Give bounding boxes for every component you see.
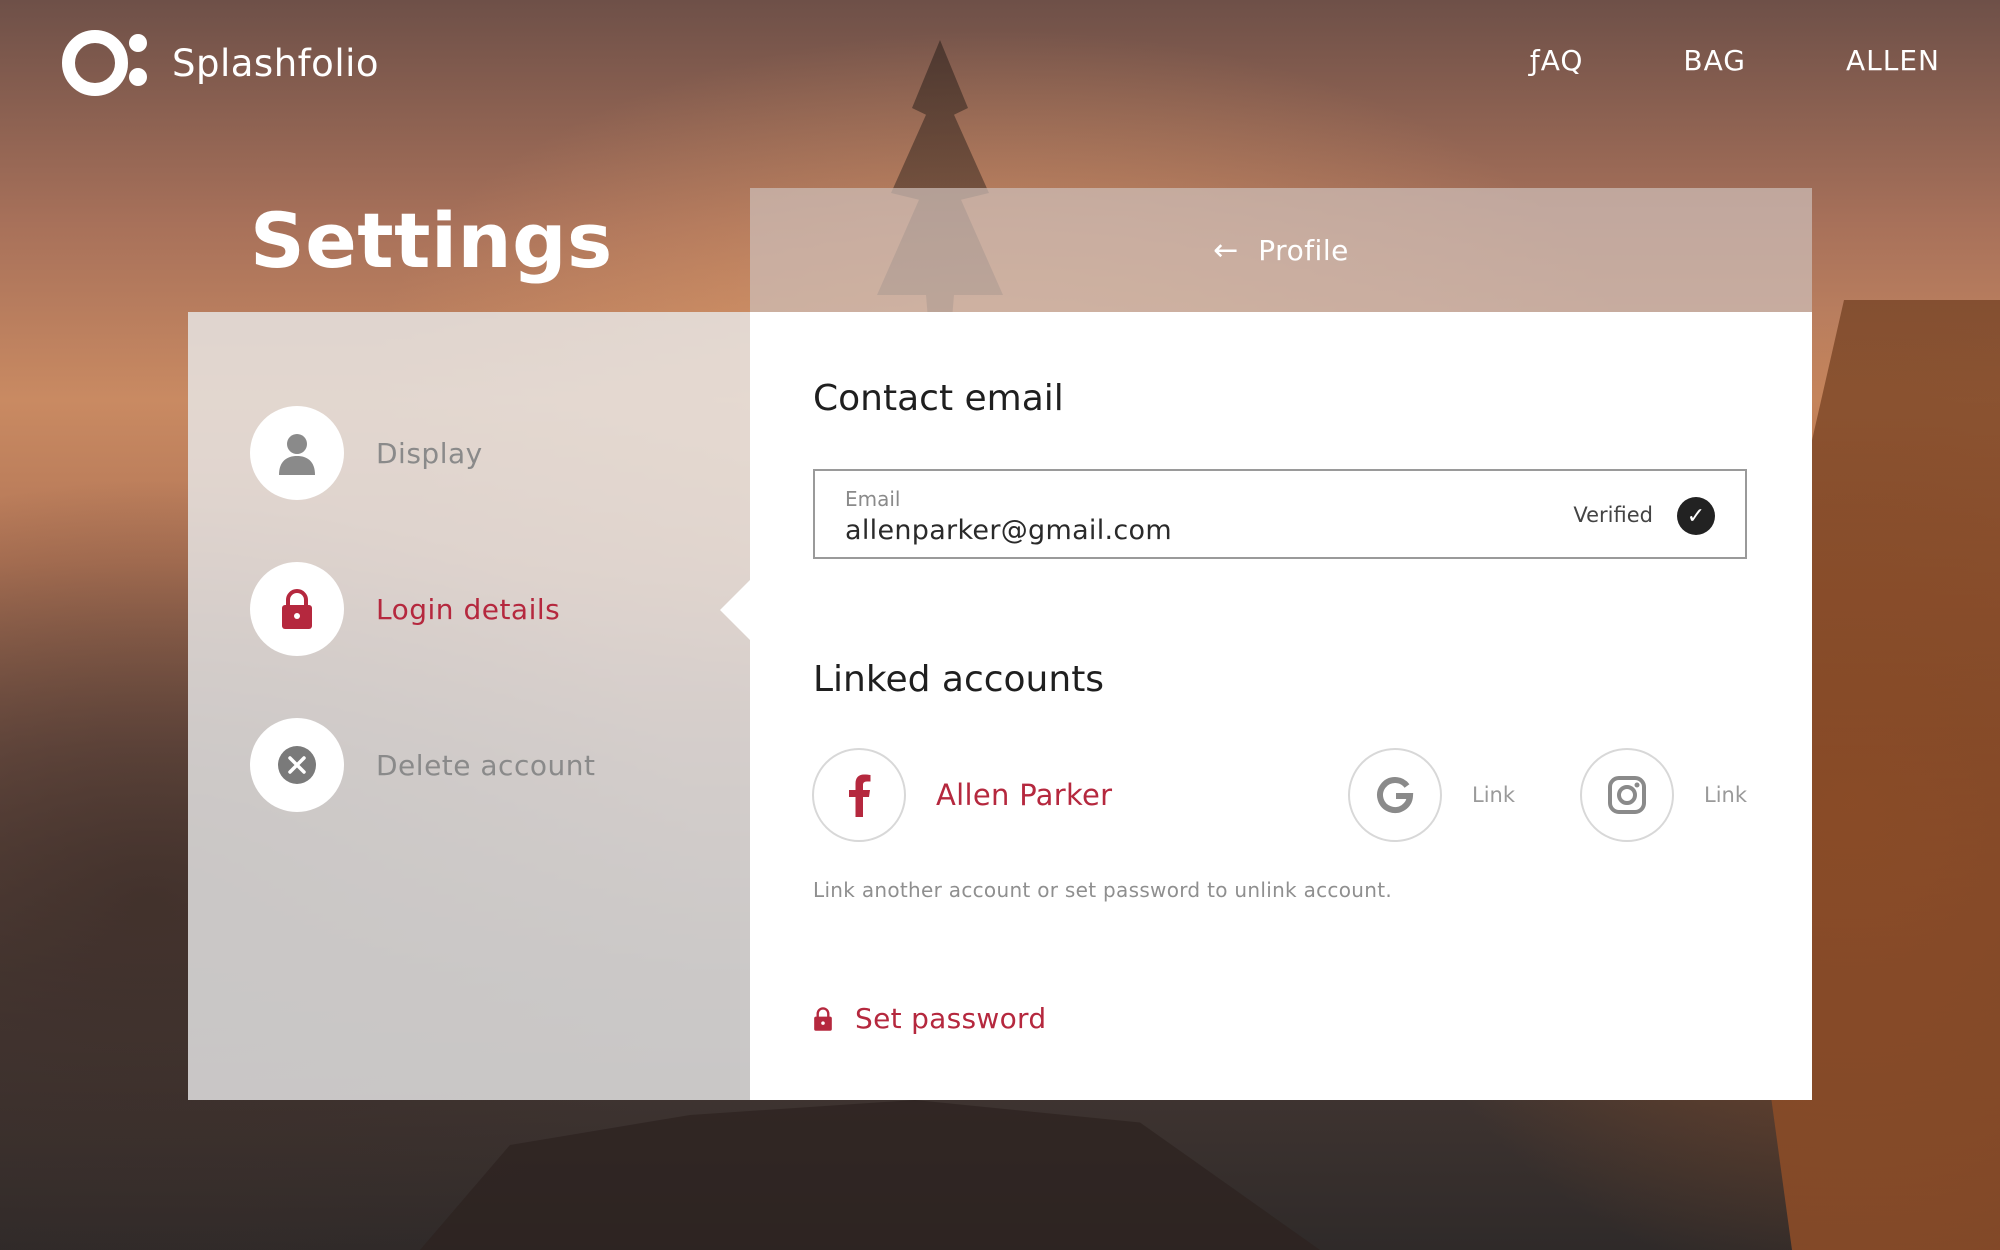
user-icon xyxy=(250,406,344,500)
linked-account-google: Link xyxy=(1348,748,1515,842)
arrow-left-icon: ← xyxy=(1213,232,1239,268)
lock-icon xyxy=(250,562,344,656)
google-link-button[interactable]: Link xyxy=(1472,783,1515,807)
settings-panel: Contact email Email Verified ✓ Linked ac… xyxy=(750,312,1812,1100)
sidebar-item-login-details[interactable]: Login details xyxy=(250,562,560,656)
page-title: Settings xyxy=(250,196,613,285)
facebook-account-name: Allen Parker xyxy=(936,778,1113,812)
instagram-icon[interactable] xyxy=(1580,748,1674,842)
back-to-profile-button[interactable]: ← Profile xyxy=(750,188,1812,312)
app-logo[interactable]: Splashfolio xyxy=(62,30,379,96)
app-name: Splashfolio xyxy=(172,41,380,85)
background-rock xyxy=(420,1100,1320,1250)
set-password-label: Set password xyxy=(855,1002,1047,1035)
contact-email-heading: Contact email xyxy=(813,378,1064,419)
email-input[interactable] xyxy=(845,515,1445,546)
top-nav: ƒAQ BAG ALLEN xyxy=(1530,44,1940,77)
nav-user-link[interactable]: ALLEN xyxy=(1846,44,1940,77)
verified-status: Verified xyxy=(1573,503,1653,527)
email-label: Email xyxy=(845,487,901,511)
sidebar-item-label: Display xyxy=(376,436,483,470)
settings-sidebar: Display Login details Delete account xyxy=(188,312,750,1100)
email-field[interactable]: Email Verified ✓ xyxy=(813,469,1747,559)
linked-accounts-hint: Link another account or set password to … xyxy=(813,878,1393,902)
set-password-button[interactable]: Set password xyxy=(813,1002,1046,1035)
active-item-pointer xyxy=(720,580,750,640)
linked-accounts-heading: Linked accounts xyxy=(813,659,1105,700)
linked-account-facebook: Allen Parker xyxy=(812,748,1112,842)
sidebar-item-label: Login details xyxy=(376,592,561,626)
sidebar-item-label: Delete account xyxy=(376,748,596,782)
lock-icon xyxy=(814,1006,832,1031)
nav-bag-link[interactable]: BAG xyxy=(1683,44,1746,77)
instagram-link-button[interactable]: Link xyxy=(1704,783,1747,807)
breadcrumb-label: Profile xyxy=(1258,233,1349,267)
google-icon[interactable] xyxy=(1348,748,1442,842)
close-circle-icon xyxy=(250,718,344,812)
nav-faq-link[interactable]: ƒAQ xyxy=(1530,44,1584,77)
linked-account-instagram: Link xyxy=(1580,748,1747,842)
checkmark-icon: ✓ xyxy=(1677,497,1715,535)
facebook-icon[interactable] xyxy=(812,748,906,842)
logo-icon xyxy=(62,30,154,96)
sidebar-item-display[interactable]: Display xyxy=(250,406,483,500)
sidebar-item-delete-account[interactable]: Delete account xyxy=(250,718,595,812)
